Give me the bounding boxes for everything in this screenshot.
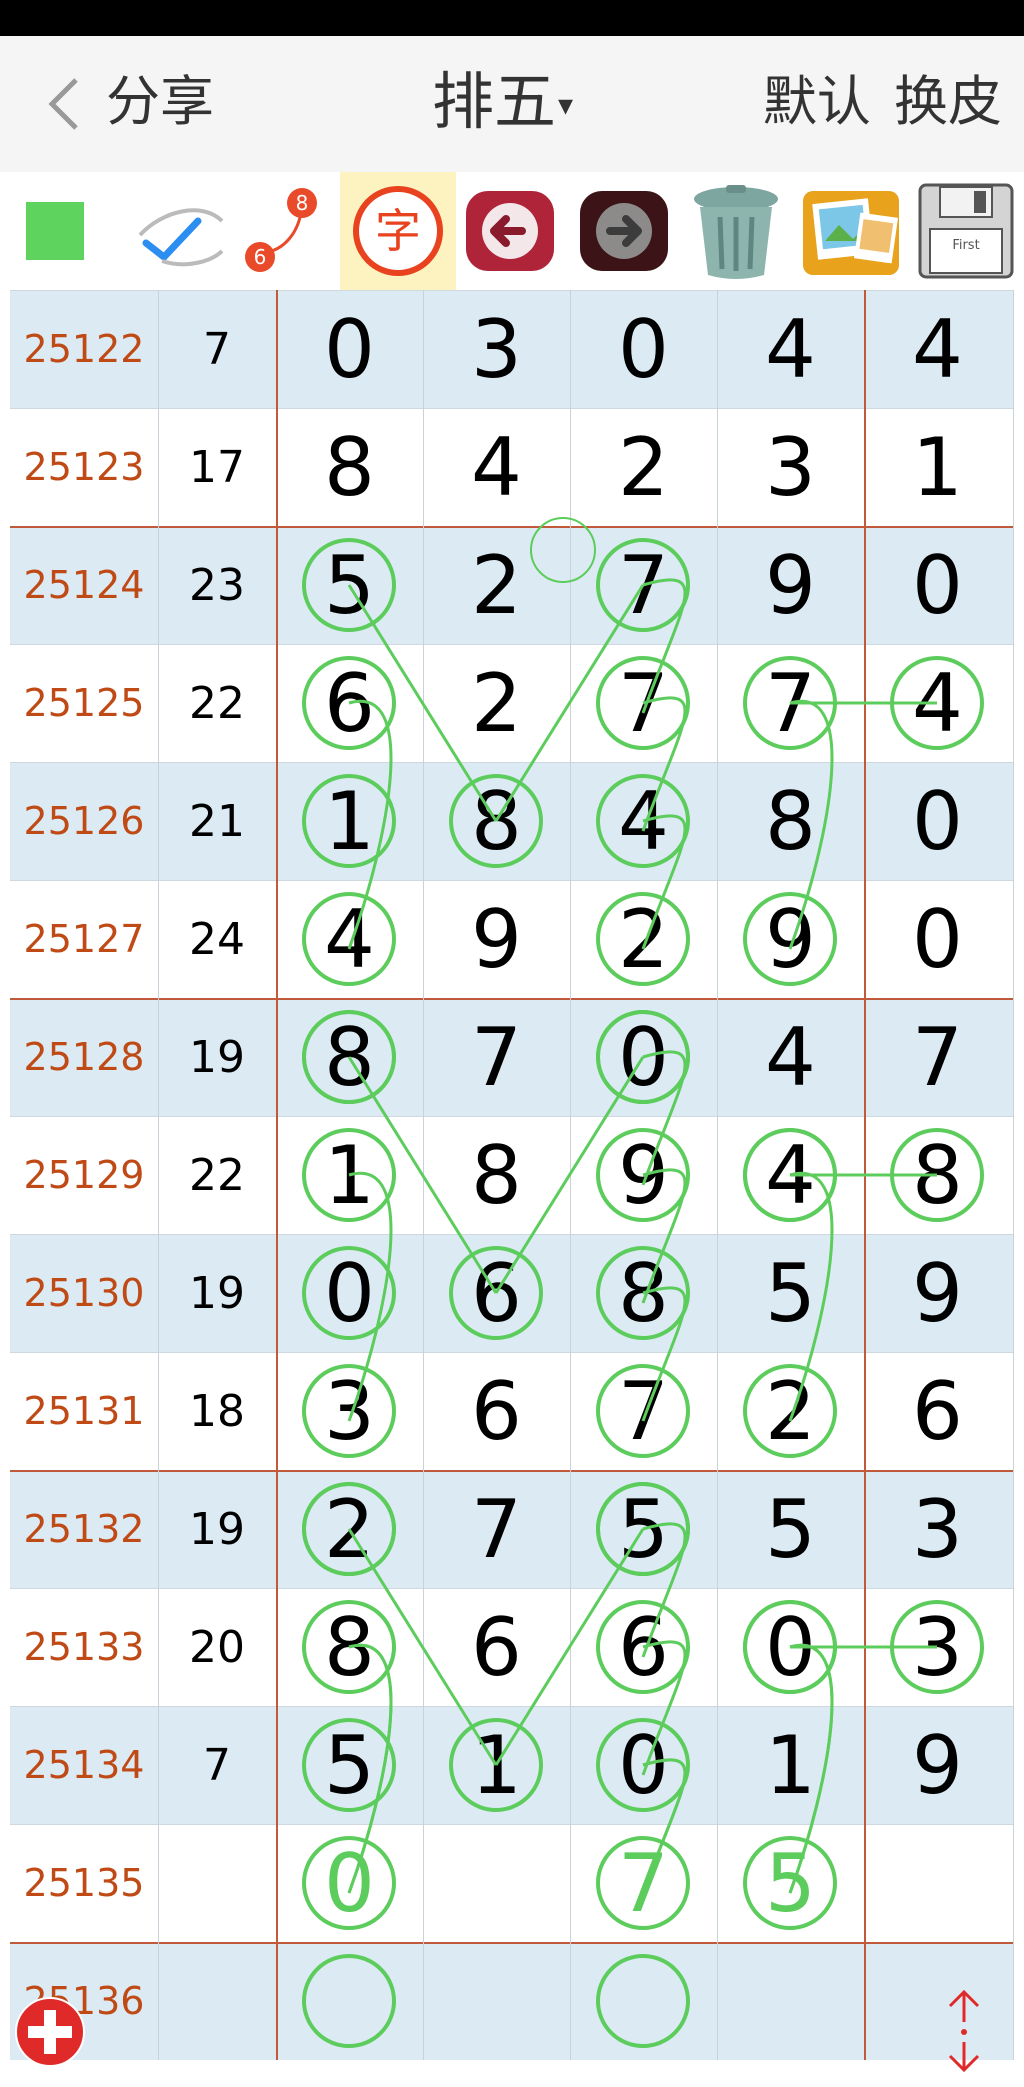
undo-arrow-icon[interactable] [460, 172, 560, 290]
connector-line [641, 696, 687, 832]
drawing-toolbar: 8 6 字 First [0, 172, 1024, 290]
top-nav-bar: 分享 排五▾ 默认 换皮 [0, 36, 1024, 173]
nav-right-actions: 默认 换皮 [763, 70, 1002, 134]
text-tool-icon[interactable]: 字 [340, 172, 456, 290]
connector-line [494, 1056, 645, 1294]
connector-line [641, 814, 687, 950]
plus-circle-icon[interactable] [14, 1996, 86, 2068]
floppy-label: First [952, 238, 979, 253]
annotation-overlay [302, 517, 984, 2048]
connector-line [641, 578, 687, 714]
marker-circle [743, 892, 837, 986]
curve-from-label: 6 [254, 245, 267, 269]
marker-circle [302, 1954, 396, 2048]
caret-down-icon: ▾ [558, 87, 574, 123]
marker-circle [302, 1836, 396, 1930]
change-skin-button[interactable]: 换皮 [894, 70, 1002, 133]
marker-circle [743, 1836, 837, 1930]
marker-circle [596, 892, 690, 986]
marker-circle-small [530, 517, 596, 583]
up-down-arrows-icon[interactable] [934, 1986, 994, 2076]
marker-circle [743, 1364, 837, 1458]
photo-album-icon[interactable] [796, 172, 906, 290]
marker-circle [596, 1836, 690, 1930]
connector-line [641, 1168, 687, 1304]
trash-can-icon[interactable] [684, 172, 788, 290]
connector-line [641, 1286, 687, 1422]
text-tool-glyph: 字 [375, 204, 421, 258]
marker-circle [302, 1364, 396, 1458]
connector-line [641, 1050, 687, 1186]
marker-circle [302, 774, 396, 868]
status-bar [0, 0, 1024, 36]
connector-line [641, 1758, 687, 1894]
connector-line [494, 1528, 645, 1766]
lottery-type-dropdown[interactable]: 排五▾ [432, 70, 573, 138]
check-pen-tool-icon[interactable] [130, 172, 230, 290]
connector-line [641, 1640, 687, 1776]
share-button[interactable]: 分享 [106, 70, 214, 134]
marker-circle [302, 1718, 396, 1812]
trend-chart-grid: 25122 7 0 3 0 4 4 25123 17 8 4 2 3 1 25124 23 5 2 7 9 0 25125… [10, 290, 1014, 2060]
marker-circle [302, 892, 396, 986]
marker-circle [596, 1364, 690, 1458]
curve-link-6-8-icon[interactable]: 8 6 [240, 172, 330, 290]
curve-to-label: 8 [296, 191, 309, 215]
marker-circle [596, 1954, 690, 2048]
connector-line [494, 584, 645, 822]
page-title: 排五 [432, 65, 557, 138]
redo-arrow-icon[interactable] [574, 172, 674, 290]
chevron-left-icon[interactable] [36, 72, 100, 136]
default-button[interactable]: 默认 [763, 70, 871, 133]
marker-circle [302, 1246, 396, 1340]
floppy-save-icon[interactable]: First [912, 172, 1020, 290]
connector-line [641, 1522, 687, 1658]
green-square-tool-icon[interactable] [20, 172, 90, 290]
